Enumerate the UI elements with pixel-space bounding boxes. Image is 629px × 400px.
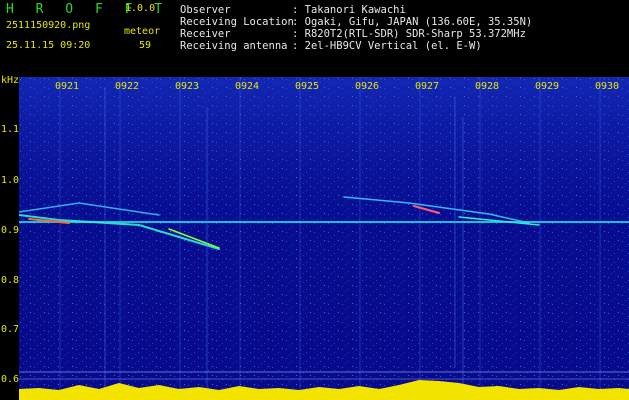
location-label: Receiving Location bbox=[180, 16, 294, 28]
header-panel: H R O F F T 1.0.0 2511150920.png meteor … bbox=[0, 0, 629, 76]
noise-texture bbox=[19, 77, 629, 400]
antenna-value: : 2el-HB9CV Vertical (el. E-W) bbox=[292, 40, 482, 52]
x-tick-label: 0921 bbox=[55, 81, 80, 92]
y-tick-label: 0.6 bbox=[1, 374, 20, 385]
x-tick-label: 0925 bbox=[295, 81, 320, 92]
capture-datetime: 25.11.15 09:20 bbox=[6, 40, 91, 51]
observer-label: Observer bbox=[180, 4, 231, 16]
observer-value: : Takanori Kawachi bbox=[292, 4, 406, 16]
x-tick-label: 0923 bbox=[175, 81, 200, 92]
x-tick-label: 0929 bbox=[535, 81, 560, 92]
x-tick-label: 0927 bbox=[415, 81, 440, 92]
x-tick-label: 0922 bbox=[115, 81, 140, 92]
receiver-value: : R820T2(RTL-SDR) SDR-Sharp 53.372MHz bbox=[292, 28, 526, 40]
y-tick-label: 0.9 bbox=[1, 225, 20, 236]
file-name: 2511150920.png bbox=[6, 20, 91, 31]
y-tick-label: 1.0 bbox=[1, 175, 20, 186]
y-tick-label: 1.1 bbox=[1, 124, 20, 135]
receiver-label: Receiver bbox=[180, 28, 231, 40]
y-tick-label: 0.7 bbox=[1, 324, 20, 335]
x-tick-label: 0928 bbox=[475, 81, 500, 92]
spectrogram-plot bbox=[19, 77, 629, 400]
app-version: 1.0.0 bbox=[125, 3, 156, 14]
spectrogram-canvas bbox=[19, 77, 629, 400]
antenna-label: Receiving antenna bbox=[180, 40, 288, 52]
detector-label: meteor bbox=[124, 26, 161, 37]
location-value: : Ogaki, Gifu, JAPAN (136.60E, 35.35N) bbox=[292, 16, 533, 28]
y-tick-label: 0.8 bbox=[1, 275, 20, 286]
x-tick-label: 0924 bbox=[235, 81, 260, 92]
x-tick-label: 0926 bbox=[355, 81, 380, 92]
meteor-count: 59 bbox=[139, 40, 152, 51]
y-unit-label: kHz bbox=[1, 75, 20, 86]
x-tick-label: 0930 bbox=[595, 81, 620, 92]
